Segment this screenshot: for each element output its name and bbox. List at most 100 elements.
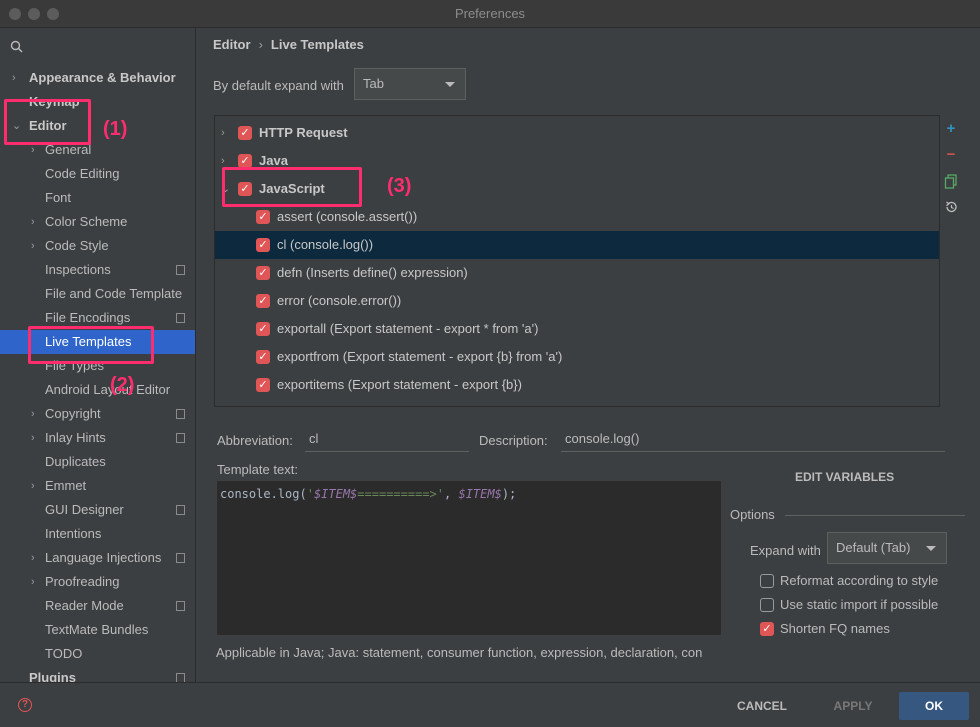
template-checkbox[interactable]: ✓ [256, 350, 270, 364]
reformat-checkbox[interactable] [760, 574, 774, 588]
sidebar-item-file-code-template[interactable]: File and Code Template [0, 282, 195, 306]
edit-variables-button[interactable]: EDIT VARIABLES [795, 470, 894, 484]
static-import-checkbox[interactable] [760, 598, 774, 612]
help-icon[interactable]: ? [18, 698, 32, 712]
template-group-label: HTTP Request [259, 125, 348, 140]
template-item[interactable]: ✓ exportitems (Export statement - export… [215, 371, 939, 399]
template-checkbox[interactable]: ✓ [256, 378, 270, 392]
remove-template-button[interactable]: − [944, 147, 958, 162]
title-bar: Preferences [0, 0, 980, 28]
group-checkbox[interactable]: ✓ [238, 126, 252, 140]
sidebar-item-label: Inlay Hints [45, 430, 106, 445]
add-template-button[interactable]: + [944, 121, 958, 136]
sidebar-item-todo[interactable]: TODO [0, 642, 195, 666]
sidebar-item-label: TODO [45, 646, 83, 661]
project-scope-icon [176, 601, 185, 611]
project-scope-icon [176, 553, 185, 563]
search-icon[interactable] [10, 40, 24, 57]
template-checkbox[interactable]: ✓ [256, 238, 270, 252]
code-string: ==========> [357, 487, 437, 501]
shorten-fq-option[interactable]: ✓ Shorten FQ names [760, 619, 970, 639]
sidebar-item-label: Android Layout Editor [45, 382, 171, 397]
chevron-right-icon: › [31, 240, 35, 252]
sidebar-item-android-layout-editor[interactable]: Android Layout Editor [0, 378, 195, 402]
template-item-selected[interactable]: ✓ cl (console.log()) [215, 231, 939, 259]
sidebar-item-label: Copyright [45, 406, 101, 421]
shorten-fq-label: Shorten FQ names [780, 621, 890, 636]
sidebar-item-label: Code Editing [45, 166, 120, 181]
sidebar-item-label: TextMate Bundles [45, 622, 149, 637]
sidebar-item-intentions[interactable]: Intentions [0, 522, 195, 546]
reformat-option[interactable]: Reformat according to style [760, 571, 970, 591]
sidebar-item-label: Intentions [45, 526, 102, 541]
window-title: Preferences [454, 6, 526, 21]
static-import-option[interactable]: Use static import if possible [760, 595, 970, 615]
sidebar-item-label: Appearance & Behavior [29, 70, 176, 85]
project-scope-icon [176, 265, 185, 275]
sidebar-item-language-injections[interactable]: › Language Injections [0, 546, 195, 570]
breadcrumb-current: Live Templates [270, 37, 364, 52]
template-item[interactable]: ✓ exportfrom (Export statement - export … [215, 343, 939, 371]
project-scope-icon [176, 673, 185, 682]
code-text: , [444, 487, 459, 501]
sidebar-item-font[interactable]: Font [0, 186, 195, 210]
sidebar-item-color-scheme[interactable]: › Color Scheme [0, 210, 195, 234]
template-text-label: Template text: [217, 462, 298, 477]
sidebar-item-plugins[interactable]: Plugins [0, 666, 195, 682]
static-import-label: Use static import if possible [780, 597, 939, 612]
description-field[interactable]: console.log() [561, 428, 945, 452]
ok-button[interactable]: OK [899, 692, 969, 720]
template-checkbox[interactable]: ✓ [256, 210, 270, 224]
template-item[interactable]: ✓ exportall (Export statement - export *… [215, 315, 939, 343]
code-variable: $ITEM$ [458, 487, 502, 501]
template-group-http-request[interactable]: › ✓ HTTP Request [215, 119, 939, 147]
expand-with-value: Default (Tab) [836, 540, 911, 555]
template-checkbox[interactable]: ✓ [256, 322, 270, 336]
expand-default-select[interactable]: Tab [354, 68, 466, 100]
live-templates-panel: Editor › Live Templates By default expand … [197, 28, 980, 682]
sidebar-item-proofreading[interactable]: › Proofreading [0, 570, 195, 594]
sidebar-item-duplicates[interactable]: Duplicates [0, 450, 195, 474]
expand-with-label: Expand with [750, 543, 821, 558]
template-checkbox[interactable]: ✓ [256, 294, 270, 308]
sidebar-item-reader-mode[interactable]: Reader Mode [0, 594, 195, 618]
sidebar-item-inlay-hints[interactable]: › Inlay Hints [0, 426, 195, 450]
expand-with-select[interactable]: Default (Tab) [827, 532, 947, 564]
sidebar-item-label: Code Style [45, 238, 109, 253]
template-item[interactable]: ✓ assert (console.assert()) [215, 203, 939, 231]
template-label: error (console.error()) [277, 293, 402, 308]
templates-tree: › ✓ HTTP Request › ✓ Java ⌄ ✓ JavaScript… [214, 115, 940, 407]
sidebar-item-emmet[interactable]: › Emmet [0, 474, 195, 498]
sidebar-item-gui-designer[interactable]: GUI Designer [0, 498, 195, 522]
cancel-button[interactable]: CANCEL [724, 692, 800, 720]
sidebar-item-textmate-bundles[interactable]: TextMate Bundles [0, 618, 195, 642]
sidebar-item-inspections[interactable]: Inspections [0, 258, 195, 282]
breadcrumb-parent[interactable]: Editor [213, 37, 251, 52]
apply-button[interactable]: APPLY [818, 692, 888, 720]
copy-icon[interactable] [944, 174, 958, 192]
template-item[interactable]: ✓ error (console.error()) [215, 287, 939, 315]
chevron-right-icon[interactable]: › [221, 119, 225, 147]
sidebar-item-code-style[interactable]: › Code Style [0, 234, 195, 258]
chevron-right-icon: › [12, 72, 16, 84]
sidebar-item-code-editing[interactable]: Code Editing [0, 162, 195, 186]
shorten-fq-checkbox[interactable]: ✓ [760, 622, 774, 636]
sidebar-item-label: Inspections [45, 262, 111, 277]
breadcrumb-separator: › [258, 37, 263, 52]
project-scope-icon [176, 505, 185, 515]
restore-icon[interactable] [944, 200, 958, 217]
template-checkbox[interactable]: ✓ [256, 266, 270, 280]
sidebar-item-copyright[interactable]: › Copyright [0, 402, 195, 426]
applicable-contexts[interactable]: Applicable in Java; Java: statement, con… [216, 645, 722, 660]
code-string: ' [436, 487, 445, 501]
template-item[interactable]: ✓ defn (Inserts define() expression) [215, 259, 939, 287]
code-string: ' [306, 487, 314, 501]
abbreviation-field[interactable]: cl [305, 428, 469, 452]
template-text-editor[interactable]: console.log('$ITEM$==========>', $ITEM$)… [216, 480, 722, 636]
template-label: assert (console.assert()) [277, 209, 418, 224]
sidebar-item-appearance-behavior[interactable]: › Appearance & Behavior [0, 66, 195, 90]
group-checkbox[interactable]: ✓ [238, 154, 252, 168]
chevron-right-icon: › [31, 552, 35, 564]
code-text: console.log( [220, 487, 307, 501]
abbreviation-label: Abbreviation: [217, 433, 293, 448]
